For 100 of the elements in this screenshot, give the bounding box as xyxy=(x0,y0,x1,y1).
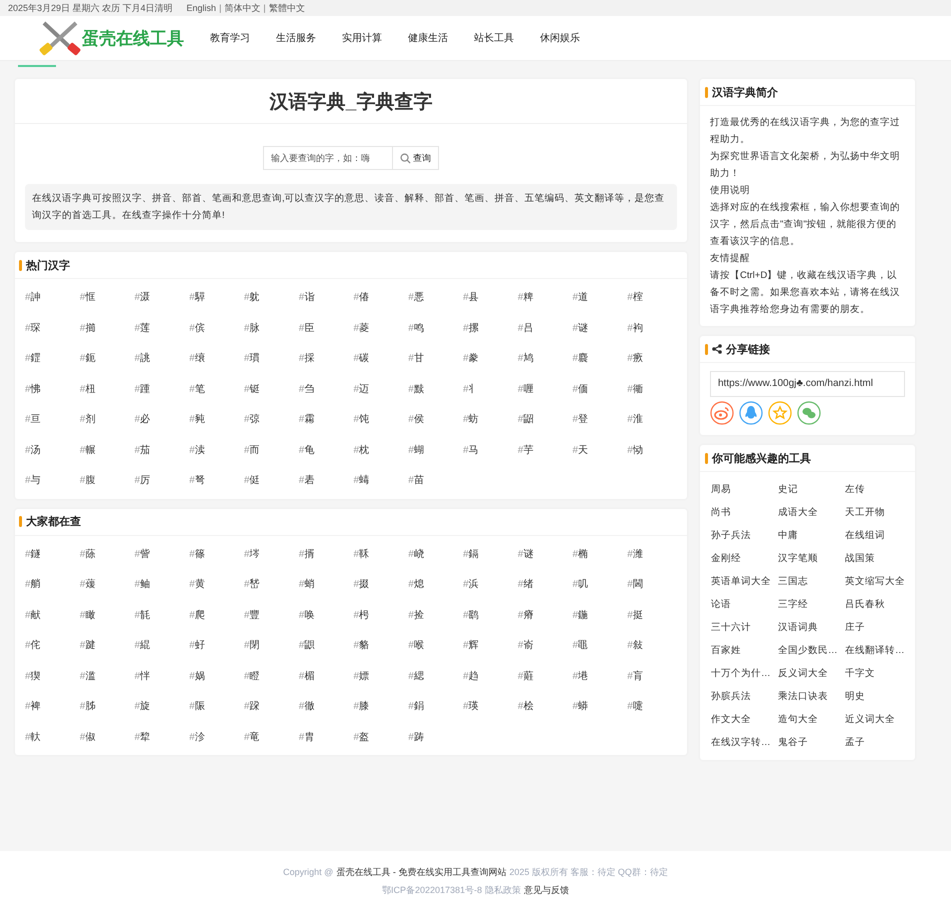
character-link[interactable]: #胏 xyxy=(80,692,134,722)
character-link[interactable]: #芋 xyxy=(518,436,572,466)
character-link[interactable]: #杻 xyxy=(80,374,134,405)
character-link[interactable]: #苗 xyxy=(408,466,463,496)
character-link[interactable]: #臣 xyxy=(298,314,354,344)
tool-link[interactable]: 庄子 xyxy=(845,616,912,639)
character-link[interactable]: #琛 xyxy=(25,314,80,344)
character-link[interactable]: #鐩 xyxy=(25,540,80,570)
character-link[interactable]: #茄 xyxy=(134,436,190,466)
character-link[interactable]: #捡 xyxy=(408,600,463,631)
tool-link[interactable]: 成语大全 xyxy=(778,501,845,524)
character-link[interactable]: #鹞 xyxy=(463,600,518,631)
character-link[interactable]: #沴 xyxy=(189,722,244,753)
character-link[interactable]: #埁 xyxy=(244,540,299,570)
character-link[interactable]: #虸 xyxy=(189,631,244,662)
character-link[interactable]: #偭 xyxy=(572,374,628,405)
character-link[interactable]: #霦 xyxy=(298,405,354,436)
character-link[interactable]: #侘 xyxy=(25,631,80,662)
tool-link[interactable]: 汉字笔顺 xyxy=(778,547,845,570)
tool-link[interactable]: 孟子 xyxy=(845,731,912,754)
character-link[interactable]: #嫖 xyxy=(354,662,408,692)
character-link[interactable]: #鲉 xyxy=(134,570,190,600)
character-link[interactable]: #陙 xyxy=(189,692,244,722)
character-link[interactable]: #踺 xyxy=(80,631,134,662)
character-link[interactable]: #敍 xyxy=(627,631,682,662)
character-link[interactable]: #緦 xyxy=(408,662,463,692)
character-link[interactable]: #肓 xyxy=(627,662,682,692)
tool-link[interactable]: 论语 xyxy=(711,593,778,616)
tool-link[interactable]: 周易 xyxy=(711,478,778,501)
character-link[interactable]: #鎘 xyxy=(463,540,518,570)
character-link[interactable]: #滠 xyxy=(134,283,190,314)
character-link[interactable]: #擳 xyxy=(80,314,134,344)
tool-link[interactable]: 金刚经 xyxy=(711,547,778,570)
language-link[interactable]: English xyxy=(186,0,216,16)
tool-link[interactable]: 百家姓 xyxy=(711,639,778,662)
character-link[interactable]: #毻 xyxy=(134,600,190,631)
character-link[interactable]: #閪 xyxy=(627,570,682,600)
character-link[interactable]: #吕 xyxy=(518,314,572,344)
character-link[interactable]: #蒢 xyxy=(80,540,134,570)
nav-item[interactable]: 休闲娱乐 xyxy=(540,31,606,45)
character-link[interactable]: #剂 xyxy=(80,405,134,436)
character-link[interactable]: #娲 xyxy=(189,662,244,692)
character-link[interactable]: #挺 xyxy=(627,600,682,631)
character-link[interactable]: #恸 xyxy=(627,436,682,466)
character-link[interactable]: #瘚 xyxy=(627,344,682,374)
character-link[interactable]: #道 xyxy=(572,283,628,314)
tool-link[interactable]: 在线翻译转… xyxy=(845,639,912,662)
character-link[interactable]: #嚏 xyxy=(627,692,682,722)
character-link[interactable]: #县 xyxy=(463,283,518,314)
character-link[interactable]: #鼦 xyxy=(518,405,572,436)
character-link[interactable]: #瑛 xyxy=(463,692,518,722)
character-link[interactable]: #訾 xyxy=(134,540,190,570)
character-link[interactable]: #唤 xyxy=(298,600,354,631)
character-link[interactable]: #喉 xyxy=(408,631,463,662)
character-link[interactable]: #爬 xyxy=(189,600,244,631)
character-link[interactable]: #浜 xyxy=(463,570,518,600)
character-link[interactable]: #怑 xyxy=(134,662,190,692)
tool-link[interactable]: 造句大全 xyxy=(778,708,845,731)
character-link[interactable]: #裨 xyxy=(25,692,80,722)
tool-link[interactable]: 尚书 xyxy=(711,501,778,524)
character-link[interactable]: #胄 xyxy=(298,722,354,753)
character-link[interactable]: #菱 xyxy=(354,314,408,344)
character-link[interactable]: #鈪 xyxy=(80,344,134,374)
character-link[interactable]: #軑 xyxy=(25,722,80,753)
character-link[interactable]: #嵆 xyxy=(244,570,299,600)
character-link[interactable]: #傧 xyxy=(189,314,244,344)
nav-item[interactable]: 生活服务 xyxy=(276,31,342,45)
character-link[interactable]: #笔 xyxy=(189,374,244,405)
character-link[interactable]: #躭 xyxy=(244,283,299,314)
tool-link[interactable]: 千字文 xyxy=(845,662,912,685)
character-link[interactable]: #蛸 xyxy=(298,570,354,600)
character-link[interactable]: #篠 xyxy=(189,540,244,570)
tool-link[interactable]: 史记 xyxy=(778,478,845,501)
tool-link[interactable]: 十万个为什… xyxy=(711,662,778,685)
character-link[interactable]: #枕 xyxy=(354,436,408,466)
character-link[interactable]: #铤 xyxy=(244,374,299,405)
character-link[interactable]: #诣 xyxy=(298,283,354,314)
nav-item[interactable]: 健康生活 xyxy=(408,31,474,45)
character-link[interactable]: #偆 xyxy=(354,283,408,314)
character-link[interactable]: #蕿 xyxy=(80,570,134,600)
character-link[interactable]: #麎 xyxy=(572,344,628,374)
character-link[interactable]: #粺 xyxy=(518,283,572,314)
character-link[interactable]: #艄 xyxy=(25,570,80,600)
character-link[interactable]: #鎠 xyxy=(25,344,80,374)
character-link[interactable]: #丬 xyxy=(463,374,518,405)
character-link[interactable]: #膝 xyxy=(354,692,408,722)
character-link[interactable]: #鼰 xyxy=(298,631,354,662)
character-link[interactable]: #鋗 xyxy=(408,692,463,722)
language-link[interactable]: 繁體中文 xyxy=(268,0,305,16)
search-field[interactable]: 输入要查询的字，如：嗨 xyxy=(263,146,393,170)
character-link[interactable]: #豐 xyxy=(244,600,299,631)
tool-link[interactable]: 英文缩写大全 xyxy=(845,570,912,593)
tool-link[interactable]: 明史 xyxy=(845,685,912,708)
character-link[interactable]: #瞰 xyxy=(80,600,134,631)
character-link[interactable]: #椭 xyxy=(572,540,628,570)
tool-link[interactable]: 近义词大全 xyxy=(845,708,912,731)
character-link[interactable]: #谜 xyxy=(572,314,628,344)
tool-link[interactable]: 乘法口诀表 xyxy=(778,685,845,708)
penguin-share-icon[interactable] xyxy=(739,401,763,425)
character-link[interactable]: #刍 xyxy=(298,374,354,405)
